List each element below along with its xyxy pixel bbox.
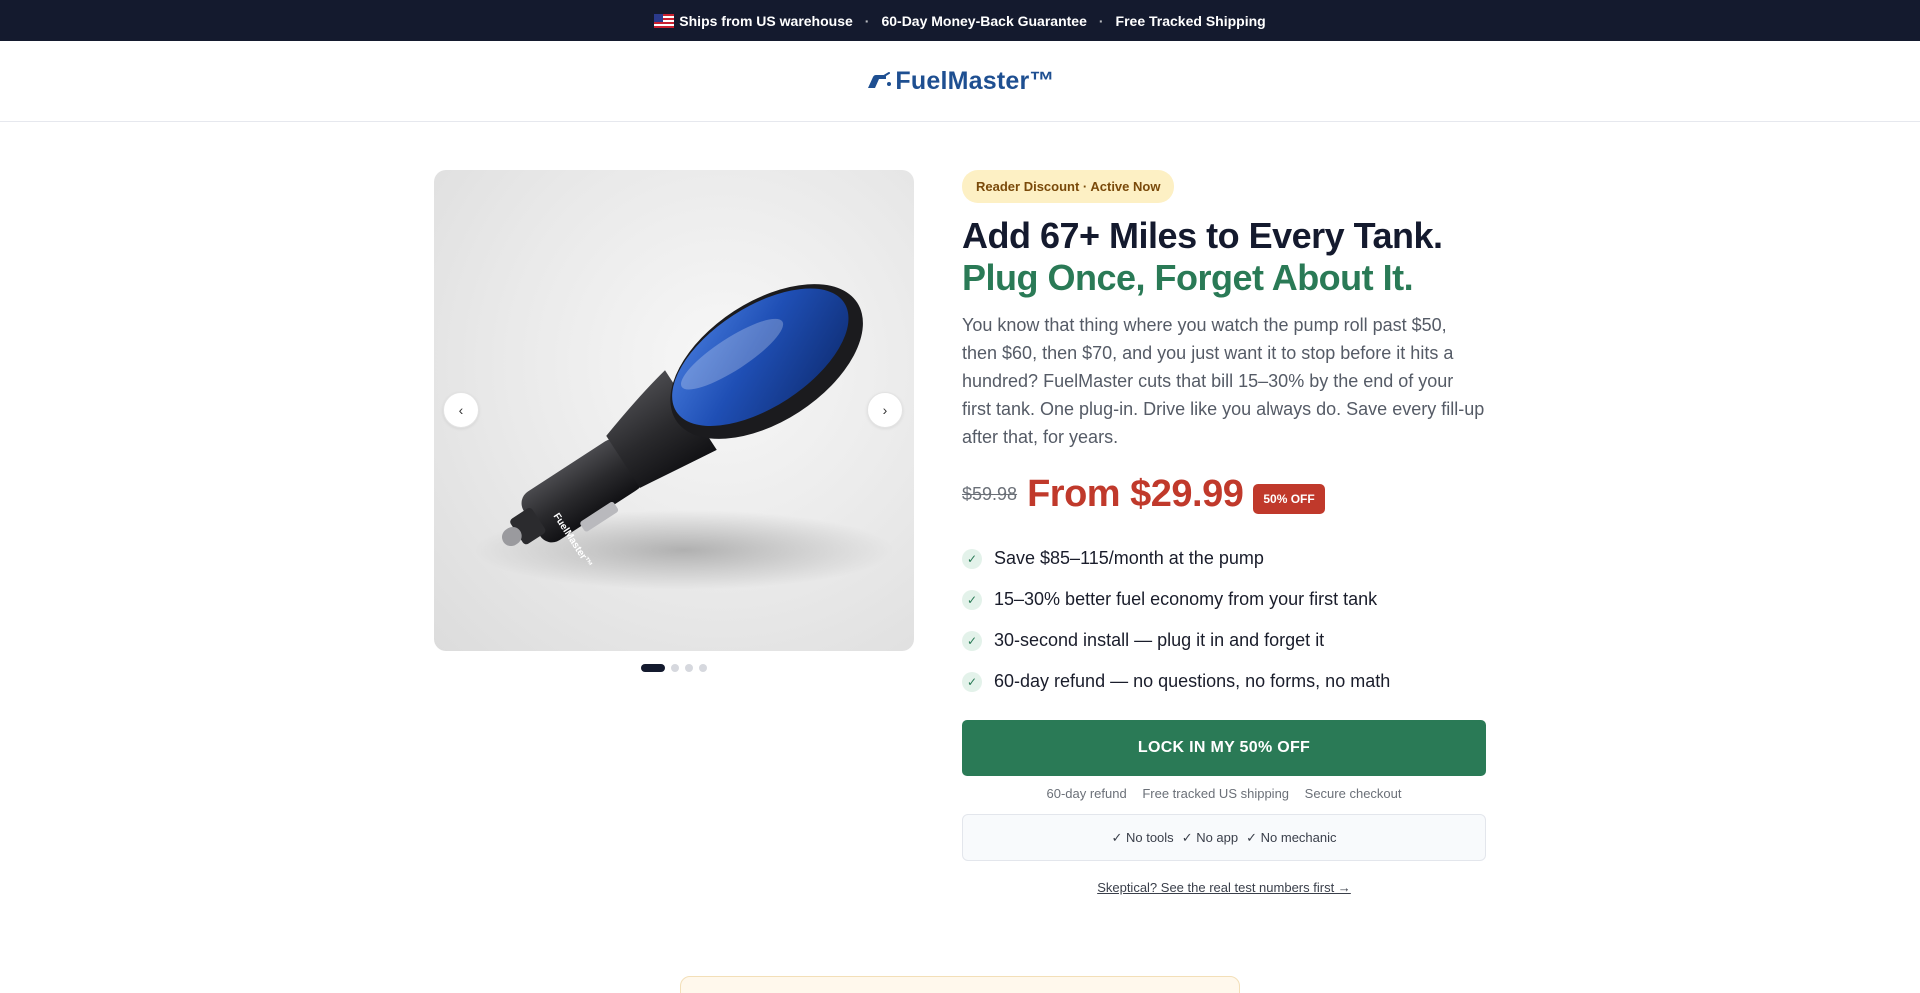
lock-in-discount-button[interactable]: LOCK IN MY 50% OFF (962, 720, 1486, 776)
assurance-no-app: ✓ No app (1181, 829, 1239, 845)
discount-pill: Reader Discount · Active Now (962, 170, 1175, 203)
gallery-pagination (641, 664, 707, 672)
gallery-dot[interactable] (671, 664, 679, 672)
product-gallery[interactable]: FuelMaster™ (434, 170, 914, 651)
benefit-list: ✓ Save $85–115/month at the pump ✓ 15–30… (962, 538, 1486, 702)
sale-price: From $29.99 (1027, 473, 1244, 515)
skeptic-link-row: Skeptical? See the real test numbers fir… (962, 880, 1486, 895)
headline-secondary: Plug Once, Forget About It. (962, 257, 1414, 298)
next-section-card (680, 976, 1240, 993)
trust-shipping: Free tracked US shipping (1142, 786, 1290, 801)
benefit-text: 60-day refund — no questions, no forms, … (994, 671, 1391, 691)
assurance-box: ✓ No tools ✓ No app ✓ No mechanic (962, 814, 1486, 861)
chevron-left-icon: ‹ (458, 402, 464, 418)
announcement-text-guarantee: 60-Day Money-Back Guarantee (881, 12, 1087, 29)
gallery-dot[interactable] (699, 664, 707, 672)
site-header: FuelMaster™ (0, 41, 1920, 122)
price-row: $59.98 From $29.99 50% OFF (962, 473, 1486, 516)
trust-refund: 60-day refund (1046, 786, 1127, 801)
benefit-item: ✓ 15–30% better fuel economy from your f… (962, 579, 1486, 620)
check-icon: ✓ (962, 589, 982, 610)
benefit-item: ✓ 30-second install — plug it in and for… (962, 620, 1486, 661)
chevron-right-icon: › (882, 402, 888, 418)
offer-panel: Reader Discount · Active Now Add 67+ Mil… (962, 170, 1486, 895)
test-numbers-link[interactable]: Skeptical? See the real test numbers fir… (1097, 880, 1351, 895)
announcement-item-shipping: Ships from US warehouse (654, 12, 853, 29)
headline-primary: Add 67+ Miles to Every Tank. (962, 215, 1443, 256)
check-icon: ✓ (962, 630, 982, 651)
fuel-nozzle-icon (868, 72, 892, 88)
benefit-text: Save $85–115/month at the pump (994, 548, 1264, 568)
check-icon: ✓ (962, 548, 982, 569)
assurance-no-mechanic: ✓ No mechanic (1246, 829, 1337, 845)
trust-line: 60-day refund Free tracked US shipping S… (962, 786, 1486, 801)
assurance-no-tools: ✓ No tools (1111, 829, 1174, 845)
benefit-item: ✓ Save $85–115/month at the pump (962, 538, 1486, 579)
trust-checkout: Secure checkout (1304, 786, 1402, 801)
discount-badge: 50% OFF (1253, 483, 1325, 514)
gallery-prev-button[interactable]: ‹ (443, 392, 479, 428)
announcement-text-free-shipping: Free Tracked Shipping (1115, 12, 1266, 29)
gallery-dot[interactable] (641, 664, 665, 672)
announcement-bar: Ships from US warehouse · 60-Day Money-B… (0, 0, 1920, 41)
us-flag-icon (654, 13, 675, 28)
benefit-text: 30-second install — plug it in and forge… (994, 630, 1325, 650)
announcement-separator: · (1098, 12, 1104, 29)
brand-logo[interactable]: FuelMaster™ (865, 67, 1054, 96)
product-description: You know that thing where you watch the … (962, 315, 1485, 447)
old-price: $59.98 (962, 484, 1018, 504)
check-icon: ✓ (962, 671, 982, 692)
gallery-dot[interactable] (685, 664, 693, 672)
announcement-separator: · (864, 12, 870, 29)
announcement-text-shipping: Ships from US warehouse (679, 12, 853, 29)
product-image: FuelMaster™ (474, 284, 894, 590)
benefit-item: ✓ 60-day refund — no questions, no forms… (962, 661, 1486, 702)
benefit-text: 15–30% better fuel economy from your fir… (994, 589, 1378, 609)
brand-name: FuelMaster™ (895, 66, 1055, 95)
gallery-next-button[interactable]: › (867, 392, 903, 428)
